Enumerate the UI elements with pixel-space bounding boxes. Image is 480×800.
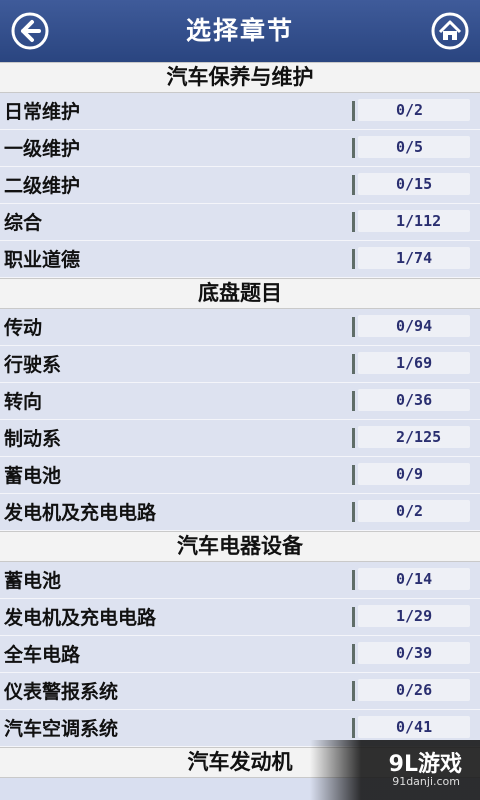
chapter-row[interactable]: 蓄电池 0/9 xyxy=(0,457,480,494)
watermark-logo-text: 9L游戏 xyxy=(388,752,462,777)
row-separator xyxy=(352,428,355,448)
chapter-row[interactable]: 职业道德 1/74 xyxy=(0,241,480,278)
chapter-label: 日常维护 xyxy=(4,101,81,123)
chapter-row[interactable]: 行驶系 1/69 xyxy=(0,346,480,383)
row-separator xyxy=(352,718,355,738)
watermark-url: 91danji.com xyxy=(392,775,460,788)
chapter-label: 一级维护 xyxy=(4,138,81,160)
row-separator xyxy=(352,607,355,627)
row-separator xyxy=(352,175,355,195)
chapter-label: 发电机及充电电路 xyxy=(4,607,157,629)
progress-count: 0/5 xyxy=(358,136,470,158)
row-separator xyxy=(352,502,355,522)
progress-count: 1/112 xyxy=(358,210,470,232)
chapter-label: 综合 xyxy=(4,212,43,234)
progress-count: 2/125 xyxy=(358,426,470,448)
title-bar: 选择章节 xyxy=(0,0,480,63)
section-header: 汽车保养与维护 xyxy=(0,62,480,93)
home-icon xyxy=(431,12,469,50)
progress-count: 1/74 xyxy=(358,247,470,269)
watermark: 9L游戏 91danji.com xyxy=(310,740,480,800)
row-separator xyxy=(352,644,355,664)
row-separator xyxy=(352,101,355,121)
chapter-row[interactable]: 传动 0/94 xyxy=(0,309,480,346)
row-separator xyxy=(352,212,355,232)
progress-count: 0/36 xyxy=(358,389,470,411)
chapter-row[interactable]: 制动系 2/125 xyxy=(0,420,480,457)
chapter-row[interactable]: 仪表警报系统 0/26 xyxy=(0,673,480,710)
chapter-row[interactable]: 转向 0/36 xyxy=(0,383,480,420)
progress-count: 0/39 xyxy=(358,642,470,664)
chapter-label: 职业道德 xyxy=(4,249,81,271)
row-separator xyxy=(352,317,355,337)
chapter-label: 行驶系 xyxy=(4,354,62,376)
row-separator xyxy=(352,354,355,374)
home-button[interactable] xyxy=(430,11,470,51)
chapter-row[interactable]: 一级维护 0/5 xyxy=(0,130,480,167)
chapter-label: 全车电路 xyxy=(4,644,81,666)
chapter-label: 转向 xyxy=(4,391,43,413)
chapter-row[interactable]: 发电机及充电电路 1/29 xyxy=(0,599,480,636)
progress-count: 0/2 xyxy=(358,500,470,522)
section-header: 底盘题目 xyxy=(0,278,480,309)
progress-count: 0/15 xyxy=(358,173,470,195)
progress-count: 0/94 xyxy=(358,315,470,337)
chapter-label: 蓄电池 xyxy=(4,570,62,592)
chapter-label: 制动系 xyxy=(4,428,62,450)
progress-count: 0/9 xyxy=(358,463,470,485)
chapter-row[interactable]: 二级维护 0/15 xyxy=(0,167,480,204)
chapter-list: 汽车保养与维护 日常维护 0/2 一级维护 0/5 二级维护 0/15 综合 1/112… xyxy=(0,62,480,778)
row-separator xyxy=(352,570,355,590)
progress-count: 0/26 xyxy=(358,679,470,701)
row-separator xyxy=(352,138,355,158)
chapter-label: 传动 xyxy=(4,317,43,339)
chapter-label: 汽车空调系统 xyxy=(4,718,119,740)
chapter-row[interactable]: 全车电路 0/39 xyxy=(0,636,480,673)
row-separator xyxy=(352,249,355,269)
chapter-label: 二级维护 xyxy=(4,175,81,197)
progress-count: 1/29 xyxy=(358,605,470,627)
row-separator xyxy=(352,681,355,701)
chapter-label: 仪表警报系统 xyxy=(4,681,119,703)
progress-count: 0/41 xyxy=(358,716,470,738)
chapter-row[interactable]: 日常维护 0/2 xyxy=(0,93,480,130)
row-separator xyxy=(352,391,355,411)
chapter-label: 蓄电池 xyxy=(4,465,62,487)
chapter-row[interactable]: 综合 1/112 xyxy=(0,204,480,241)
chapter-row[interactable]: 蓄电池 0/14 xyxy=(0,562,480,599)
row-separator xyxy=(352,465,355,485)
progress-count: 1/69 xyxy=(358,352,470,374)
page-title: 选择章节 xyxy=(185,16,294,45)
progress-count: 0/14 xyxy=(358,568,470,590)
progress-count: 0/2 xyxy=(358,99,470,121)
section-header: 汽车电器设备 xyxy=(0,531,480,562)
chapter-row[interactable]: 发电机及充电电路 0/2 xyxy=(0,494,480,531)
chapter-label: 发电机及充电电路 xyxy=(4,502,157,524)
